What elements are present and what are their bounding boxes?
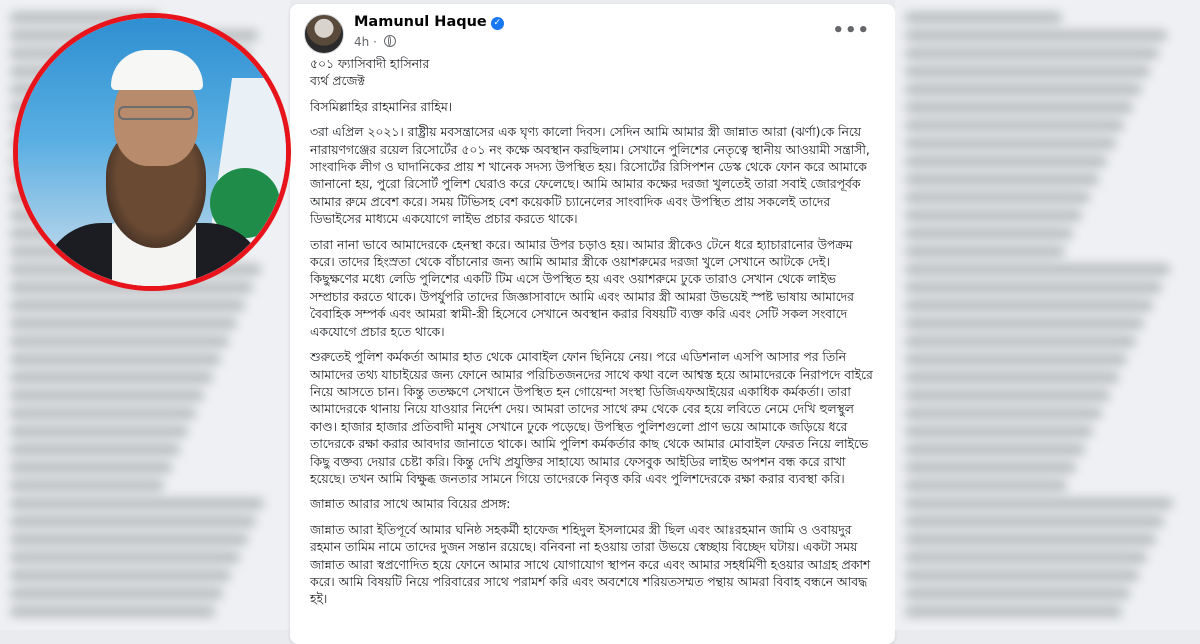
blurred-text-line [905,120,1124,131]
blurred-text-line [10,462,172,473]
blurred-text-line [905,192,1090,203]
blurred-text-line [905,30,1167,41]
blurred-text-line [10,516,256,527]
verified-badge-icon: ✓ [490,17,504,30]
post-meta: 4h · [354,35,396,49]
blurred-text-line [905,372,1119,383]
post-paragraph: জান্নাত আরা ইতিপূর্বে আমার ঘনিষ্ঠ সহকর্ম… [310,522,871,607]
blurred-text-line [905,408,1102,419]
post-paragraph: ৩রা এপ্রিল ২০২১। রাষ্ট্রীয় মবসন্ত্রাসের… [310,125,870,227]
blurred-text-line [10,336,229,347]
post-title-line: ব্যর্থ প্রজেক্ট [310,74,365,89]
blurred-text-line [10,408,196,419]
author-name[interactable]: Mamunul Haque [354,14,487,30]
portrait-photo [18,18,286,286]
post-paragraph: বিসমিল্লাহির রাহমানির রাহিম। [310,99,453,114]
blurred-text-line [905,444,1085,455]
blurred-text-line [10,300,245,311]
blurred-text-line [905,246,1065,257]
blurred-text-line [905,552,1147,563]
blurred-text-line [905,264,1170,275]
post-paragraph: শুরুতেই পুলিশ কর্মকর্তা আমার হাত থেকে মো… [310,350,873,486]
blurred-text-line [905,12,1062,23]
post-paragraph: তারা নানা ভাবে আমাদেরকে হেনস্থা করে। আমা… [310,237,854,339]
post-title-line: ৫০১ ফ্যাসিবাদী হাসিনার [310,57,430,71]
facebook-post-card: Mamunul Haque ✓ 4h · ••• ৫০১ ফ্যাসিবাদী হ… [290,4,895,644]
blurred-text-line [905,228,1073,239]
blurred-text-line [905,390,1110,401]
blurred-text-line [905,156,1107,167]
blurred-text-line [905,516,1164,527]
meta-dot: · [373,35,377,49]
blurred-background-right [895,0,1200,630]
blurred-text-line [10,390,204,401]
author-name-link[interactable]: Mamunul Haque ✓ [354,14,504,30]
blurred-text-line [10,588,223,599]
post-header: Mamunul Haque ✓ 4h · ••• [304,14,884,54]
blurred-text-line [10,444,180,455]
blurred-text-line [905,210,1082,221]
blurred-text-line [905,426,1093,437]
blurred-text-line [905,48,1159,59]
blurred-text-line [905,102,1133,113]
more-options-button[interactable]: ••• [832,20,870,41]
blurred-text-line [905,318,1144,329]
blurred-text-line [10,552,240,563]
blurred-text-line [10,498,264,509]
blurred-text-line [10,480,164,491]
blurred-text-line [10,426,188,437]
blurred-text-line [905,300,1153,311]
blurred-text-line [905,174,1099,185]
blurred-text-line [905,66,1150,77]
post-body: ৫০১ ফ্যাসিবাদী হাসিনার ব্যর্থ প্রজেক্ট ব… [310,56,878,617]
blurred-text-line [905,588,1130,599]
blurred-text-line [905,84,1142,95]
post-paragraph: জান্নাত আরার সাথে আমার বিয়ের প্রসঙ্গ: [310,497,511,512]
blurred-text-line [905,336,1136,347]
blurred-text-line [905,282,1162,293]
avatar[interactable] [304,14,344,54]
blurred-text-line [905,606,1122,617]
blurred-text-line [10,534,248,545]
blurred-text-line [10,606,215,617]
post-time[interactable]: 4h [354,35,369,49]
blurred-text-line [905,354,1127,365]
globe-icon [383,35,396,47]
blurred-text-line [10,354,221,365]
blurred-text-line [10,570,231,581]
blurred-text-line [10,318,237,329]
blurred-text-line [905,534,1156,545]
blurred-text-line [905,462,1076,473]
blurred-text-line [905,570,1139,581]
blurred-text-line [905,498,1173,509]
blurred-text-line [10,372,213,383]
blurred-text-line [905,480,1067,491]
portrait-glasses [118,106,194,120]
blurred-text-line [905,138,1116,149]
